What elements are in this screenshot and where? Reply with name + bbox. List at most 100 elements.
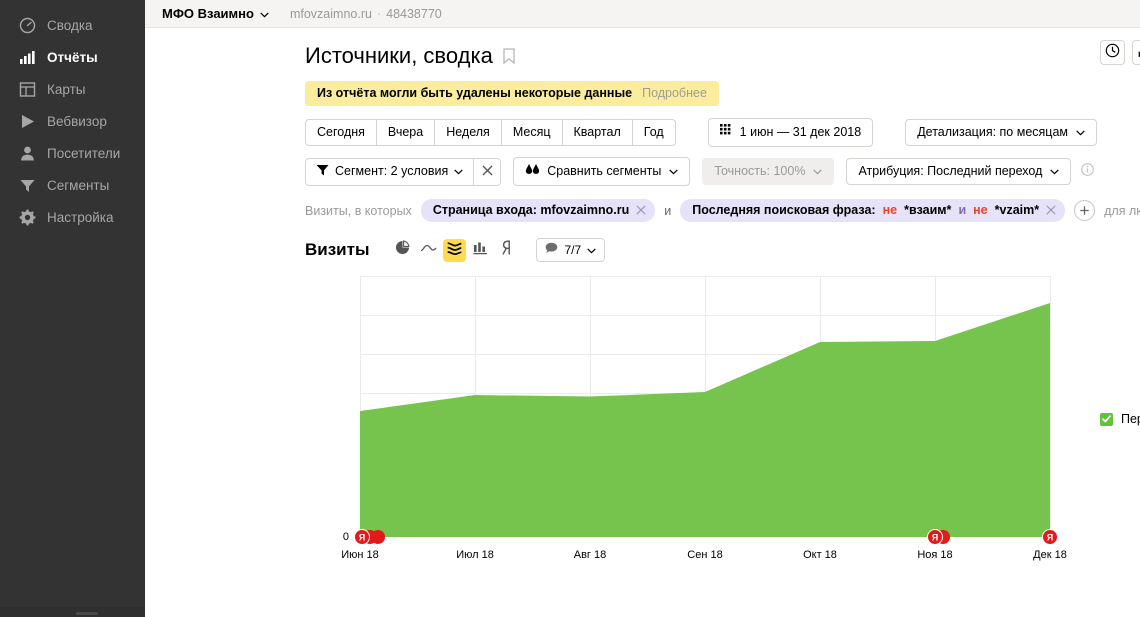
title-actions: Сохранить	[1099, 40, 1140, 65]
chart-type-bar[interactable]	[469, 239, 492, 262]
granularity-select[interactable]: Детализация: по месяцам	[905, 119, 1098, 146]
close-icon[interactable]	[636, 204, 646, 217]
line-chart-icon	[420, 241, 437, 259]
svg-text:Я: Я	[359, 533, 365, 543]
funnel-icon	[18, 176, 36, 194]
chevron-down-icon	[1050, 164, 1060, 178]
x-tick-label: Сен 18	[687, 549, 722, 561]
chart-type-pie[interactable]	[391, 239, 414, 262]
period-yesterday[interactable]: Вчера	[376, 119, 436, 146]
filter-part-negation: не	[973, 203, 988, 217]
gauge-icon	[18, 16, 36, 34]
attribution-button[interactable]: Атрибуция: Последний переход	[846, 158, 1072, 185]
sidebar-item-posetiteli[interactable]: Посетители	[0, 137, 145, 169]
app-root: Сводка Отчёты Карты Вебвизор Посетители	[0, 0, 1140, 617]
annotation-marker: Я	[1042, 529, 1058, 545]
svg-text:Я: Я	[932, 533, 938, 543]
chart-legend-item[interactable]: Переходы из поисковых систем	[1100, 412, 1140, 426]
chart-type-map[interactable]	[495, 239, 518, 262]
sidebar-item-nastroika[interactable]: Настройка	[0, 201, 145, 233]
close-icon[interactable]	[1046, 204, 1056, 217]
period-today[interactable]: Сегодня	[305, 119, 377, 146]
chevron-down-icon	[669, 164, 679, 178]
site-selector[interactable]: МФО Взаимно	[162, 6, 269, 21]
sidebar-item-otchety[interactable]: Отчёты	[0, 41, 145, 73]
annotation-marker: Я	[354, 529, 385, 545]
layout-icon	[18, 80, 36, 98]
accuracy-label: Точность: 100%	[714, 164, 806, 178]
site-meta: mfovzaimno.ru · 48438770	[290, 7, 442, 21]
x-tick-label: Ноя 18	[917, 549, 952, 561]
compare-segments-button[interactable]: Сравнить сегменты	[513, 157, 691, 186]
add-visit-condition-button[interactable]	[1074, 200, 1096, 221]
granularity-label: Детализация: по месяцам	[917, 125, 1069, 139]
sidebar-item-karty[interactable]: Карты	[0, 73, 145, 105]
filter-suffix-label: для людей, у которых	[1104, 203, 1140, 218]
filter-part-and: и	[958, 203, 967, 217]
info-icon[interactable]	[1081, 162, 1095, 181]
chart-zero-label: 0	[343, 531, 349, 543]
export-button[interactable]	[1131, 40, 1140, 65]
sidebar-item-label: Вебвизор	[47, 113, 107, 129]
svg-text:Я: Я	[1047, 533, 1053, 543]
segment-label: Сегмент: 2 условия	[335, 164, 449, 178]
history-button[interactable]	[1099, 40, 1125, 65]
speech-bubble-icon	[545, 242, 558, 257]
site-name-label: МФО Взаимно	[162, 6, 254, 21]
metric-row: Визиты 7/7	[305, 238, 1140, 262]
segment-button[interactable]: Сегмент: 2 условия	[305, 157, 474, 186]
main-content: МФО Взаимно mfovzaimno.ru · 48438770 Уче…	[145, 0, 1140, 617]
segment-control: Сегмент: 2 условия	[305, 157, 502, 186]
metric-title: Визиты	[305, 240, 370, 259]
chevron-down-icon	[587, 243, 596, 257]
period-week[interactable]: Неделя	[435, 119, 502, 146]
bookmark-icon[interactable]	[503, 43, 515, 71]
chevron-down-icon	[260, 6, 269, 21]
filter-part-negation: не	[882, 203, 898, 217]
counter-id: 48438770	[386, 6, 442, 21]
bar-chart-icon	[18, 48, 36, 66]
sidebar-item-label: Настройка	[47, 209, 114, 225]
gear-icon	[18, 208, 36, 226]
accuracy-button[interactable]: Точность: 100%	[702, 158, 835, 185]
segment-row: Сегмент: 2 условия Сравнить сегменты Точ…	[305, 157, 1140, 186]
chart-type-line[interactable]	[417, 239, 440, 262]
sidebar-item-label: Карты	[47, 81, 86, 97]
chevron-down-icon	[1076, 125, 1085, 139]
period-quarter[interactable]: Квартал	[562, 119, 633, 146]
sidebar-item-vebvizor[interactable]: Вебвизор	[0, 105, 145, 137]
sidebar-item-label: Сегменты	[47, 177, 110, 193]
filter-tag-search-phrase[interactable]: Последняя поисковая фраза: не *взаим* и …	[680, 199, 1066, 222]
meta-separator: ·	[376, 6, 382, 21]
visits-area-chart[interactable]: 0 Я Я Я Июн 18 Июл 18 Авг 18 Сен 18 Окт …	[305, 270, 1140, 580]
segment-clear-button[interactable]	[473, 157, 502, 186]
sidebar-item-segmenty[interactable]: Сегменты	[0, 169, 145, 201]
map-pin-icon	[500, 240, 514, 260]
chart-type-area[interactable]	[443, 238, 467, 262]
legend-label: Переходы из поисковых систем	[1121, 412, 1140, 426]
filter-tag-landing-page[interactable]: Страница входа: mfovzaimno.ru	[420, 199, 656, 222]
bar-chart-icon	[473, 241, 488, 260]
sidebar-item-svodka[interactable]: Сводка	[0, 9, 145, 41]
annotation-marker: Я	[927, 529, 950, 545]
calendar-icon	[719, 124, 733, 140]
period-month[interactable]: Месяц	[501, 119, 563, 146]
chevron-down-icon	[454, 164, 463, 178]
date-range-picker[interactable]: 1 июн — 31 дек 2018	[707, 118, 874, 147]
filter-tag-label: Последняя поисковая фраза:	[692, 203, 876, 217]
checkbox-checked-icon	[1100, 412, 1113, 426]
period-year[interactable]: Год	[632, 119, 676, 146]
chart-area: 0 Я Я Я Июн 18 Июл 18 Авг 18 Сен 18 Окт …	[305, 270, 1140, 580]
attribution-label: Атрибуция: Последний переход	[858, 164, 1043, 178]
comments-button[interactable]: 7/7	[536, 238, 606, 262]
area-chart-icon	[447, 241, 462, 260]
clock-icon	[1105, 43, 1120, 63]
filter-prefix-label: Визиты, в которых	[305, 203, 412, 218]
sidebar: Сводка Отчёты Карты Вебвизор Посетители	[0, 0, 145, 617]
period-presets: Сегодня Вчера Неделя Месяц Квартал Год	[305, 119, 676, 146]
banner-details-link[interactable]: Подробнее	[642, 86, 707, 100]
sidebar-item-label: Посетители	[47, 145, 121, 161]
site-domain[interactable]: mfovzaimno.ru	[290, 7, 372, 21]
funnel-icon	[316, 164, 329, 179]
chart-x-tick-labels: Июн 18 Июл 18 Авг 18 Сен 18 Окт 18 Ноя 1…	[341, 549, 1067, 561]
